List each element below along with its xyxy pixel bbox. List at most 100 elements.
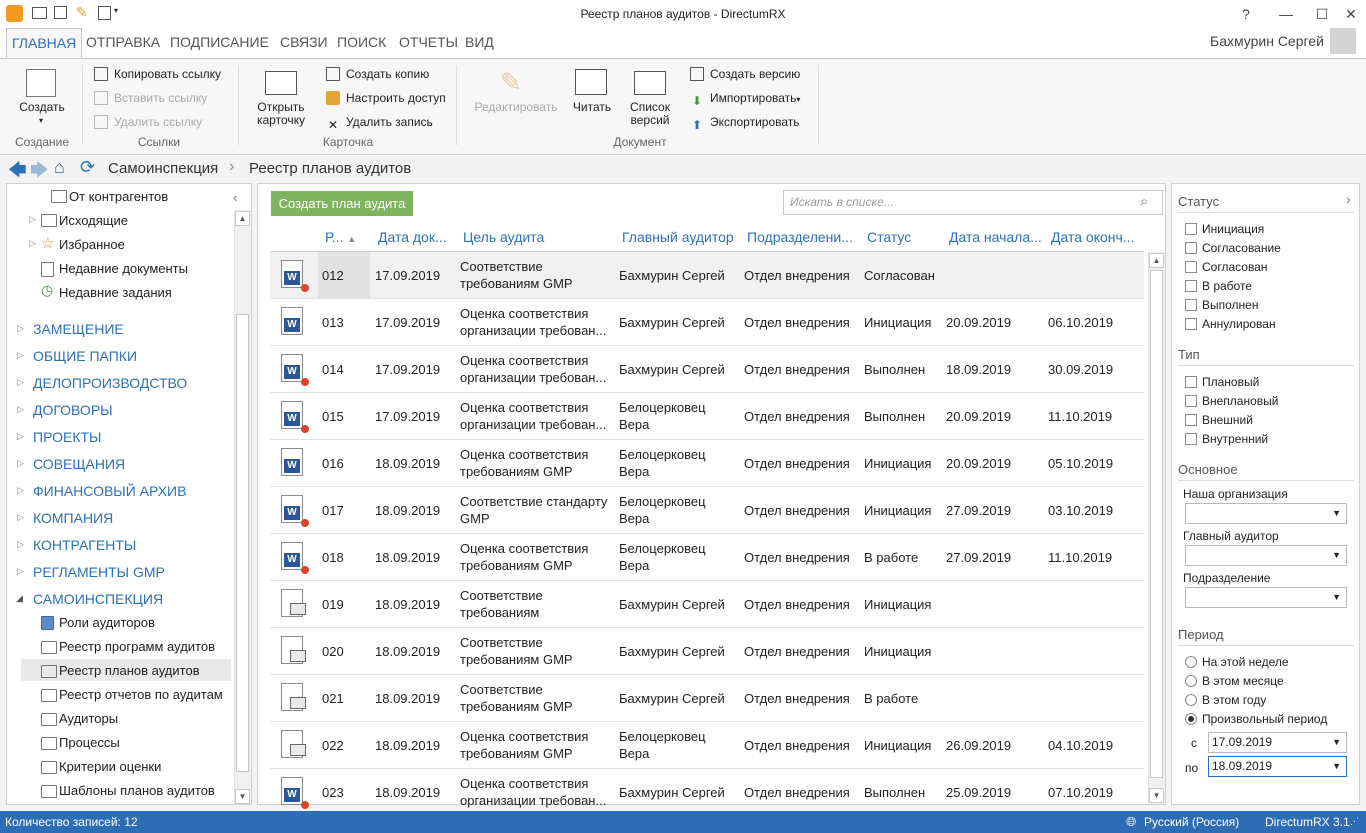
tree-item-favorites[interactable]: Избранное <box>59 237 125 252</box>
section-records[interactable]: ДЕЛОПРОИЗВОДСТВО <box>33 375 187 391</box>
versions-button[interactable]: Список версий <box>622 101 678 127</box>
minimize-button[interactable]: — <box>1266 0 1306 28</box>
collapse-panel-icon[interactable]: ‹ <box>233 190 237 205</box>
expand-icon[interactable]: ▷ <box>17 377 24 388</box>
list-scroll-down-icon[interactable]: ▼ <box>1149 788 1164 803</box>
filter-type-unplanned[interactable]: Внеплановый <box>1185 394 1278 408</box>
filter-status-approval[interactable]: Согласование <box>1185 241 1281 255</box>
expand-icon[interactable]: ▷ <box>29 238 36 249</box>
column-header-doc-date[interactable]: Дата док... <box>378 229 447 245</box>
tree-item-recent-tasks[interactable]: Недавние задания <box>59 285 172 300</box>
breadcrumb-root[interactable]: Самоинспекция <box>108 160 218 177</box>
create-audit-plan-button[interactable]: Создать план аудита <box>271 191 413 216</box>
tab-main[interactable]: ГЛАВНАЯ <box>6 28 83 59</box>
collapse-icon[interactable]: ◢ <box>16 593 23 604</box>
filter-status-approved[interactable]: Согласован <box>1185 260 1267 274</box>
tab-reports[interactable]: ОТЧЕТЫ <box>399 34 458 50</box>
table-row[interactable]: 020 18.09.2019 Соответствие требованиям GMP… <box>270 628 1144 675</box>
table-row[interactable]: W 013 17.09.2019 Оценка соответствия организ… <box>270 299 1144 346</box>
filter-status-in-work[interactable]: В работе <box>1185 279 1252 293</box>
expand-icon[interactable]: ▷ <box>17 350 24 361</box>
date-from-field[interactable]: 17.09.2019 ▼ <box>1208 732 1347 753</box>
section-company[interactable]: КОМПАНИЯ <box>33 510 113 526</box>
refresh-icon[interactable]: ⟳ <box>80 157 95 178</box>
create-copy-button[interactable]: Создать копию <box>326 65 429 83</box>
user-name[interactable]: Бахмурин Сергей <box>1210 33 1324 49</box>
section-contracts[interactable]: ДОГОВОРЫ <box>33 402 113 418</box>
filter-type-external[interactable]: Внешний <box>1185 413 1253 427</box>
search-input[interactable]: Искать в списке... <box>783 190 1163 215</box>
table-row[interactable]: W 014 17.09.2019 Оценка соответствия организ… <box>270 346 1144 393</box>
filter-status-done[interactable]: Выполнен <box>1185 298 1258 312</box>
filter-type-internal[interactable]: Внутренний <box>1185 432 1268 446</box>
column-header-start-date[interactable]: Дата начала... <box>949 229 1042 245</box>
table-row[interactable]: W 023 18.09.2019 Оценка соответствия организ… <box>270 769 1144 816</box>
table-row[interactable]: W 018 18.09.2019 Оценка соответствия требова… <box>270 534 1144 581</box>
scroll-up-icon[interactable]: ▲ <box>235 211 250 226</box>
delete-link-button[interactable]: Удалить ссылку <box>94 113 202 131</box>
tree-item-outgoing[interactable]: Исходящие <box>59 213 128 228</box>
scroll-down-icon[interactable]: ▼ <box>235 789 250 804</box>
close-button[interactable]: ✕ <box>1336 0 1366 28</box>
expand-icon[interactable]: ▷ <box>29 214 36 225</box>
period-this-week[interactable]: На этой неделе <box>1185 655 1289 669</box>
table-row[interactable]: W 017 18.09.2019 Соответствие стандарту GMP Б… <box>270 487 1144 534</box>
search-icon[interactable]: ⌕ <box>1140 193 1148 210</box>
expand-icon[interactable]: ▷ <box>17 539 24 550</box>
tree-item-program-registry[interactable]: Реестр программ аудитов <box>59 639 215 654</box>
expand-icon[interactable]: ▷ <box>17 323 24 334</box>
export-button[interactable]: ⬆ Экспортировать <box>690 113 800 132</box>
tree-item-criteria[interactable]: Критерии оценки <box>59 759 161 774</box>
tree-item-processes[interactable]: Процессы <box>59 735 120 750</box>
filter-type-planned[interactable]: Плановый <box>1185 375 1259 389</box>
table-row[interactable]: W 016 18.09.2019 Оценка соответствия требова… <box>270 440 1144 487</box>
column-header-status[interactable]: Статус <box>867 229 911 245</box>
tab-send[interactable]: ОТПРАВКА <box>86 34 160 50</box>
department-dropdown[interactable]: ▼ <box>1185 587 1347 608</box>
table-row[interactable]: W 012 17.09.2019 Соответствие требованиям GM… <box>270 252 1144 299</box>
org-dropdown[interactable]: ▼ <box>1185 503 1347 524</box>
filter-status-cancelled[interactable]: Аннулирован <box>1185 317 1276 331</box>
avatar[interactable] <box>1330 28 1356 54</box>
edit-button[interactable]: Редактировать <box>470 101 562 114</box>
section-gmp-regulations[interactable]: РЕГЛАМЕНТЫ GMP <box>33 564 165 580</box>
tree-item-from-contractors[interactable]: От контрагентов <box>69 189 168 204</box>
expand-icon[interactable]: ▷ <box>17 566 24 577</box>
setup-access-button[interactable]: Настроить доступ <box>326 89 446 107</box>
section-projects[interactable]: ПРОЕКТЫ <box>33 429 101 445</box>
tab-links[interactable]: СВЯЗИ <box>280 34 328 50</box>
delete-record-button[interactable]: ✕ Удалить запись <box>326 113 433 132</box>
import-button[interactable]: ⬇ Импортировать▾ <box>690 89 800 108</box>
period-this-month[interactable]: В этом месяце <box>1185 674 1284 688</box>
tab-search[interactable]: ПОИСК <box>337 34 386 50</box>
create-button[interactable]: Создать <box>14 101 70 114</box>
column-header-goal[interactable]: Цель аудита <box>463 229 544 245</box>
tree-item-auditor-roles[interactable]: Роли аудиторов <box>59 615 155 630</box>
column-header-department[interactable]: Подразделени... <box>747 229 853 245</box>
expand-icon[interactable]: ▷ <box>17 431 24 442</box>
tree-item-recent-docs[interactable]: Недавние документы <box>59 261 188 276</box>
language-indicator[interactable]: Русский (Россия) <box>1144 815 1239 829</box>
column-header-end-date[interactable]: Дата оконч... <box>1051 229 1134 245</box>
tab-sign[interactable]: ПОДПИСАНИЕ <box>170 34 269 50</box>
section-self-inspection[interactable]: САМОИНСПЕКЦИЯ <box>33 591 163 607</box>
expand-icon[interactable]: ▷ <box>17 404 24 415</box>
table-row[interactable]: 021 18.09.2019 Соответствие требованиям GMP… <box>270 675 1144 722</box>
expand-icon[interactable]: ▷ <box>17 458 24 469</box>
period-custom[interactable]: Произвольный период <box>1185 712 1327 726</box>
tree-item-plan-templates[interactable]: Шаблоны планов аудитов <box>59 783 215 798</box>
expand-icon[interactable]: ▷ <box>17 485 24 496</box>
section-contractors[interactable]: КОНТРАГЕНТЫ <box>33 537 136 553</box>
filter-status-initiation[interactable]: Инициация <box>1185 222 1264 236</box>
table-row[interactable]: 019 18.09.2019 Соответствие требованиям Бахм… <box>270 581 1144 628</box>
list-scroll-thumb[interactable] <box>1150 270 1163 778</box>
section-meetings[interactable]: СОВЕЩАНИЯ <box>33 456 125 472</box>
date-to-field[interactable]: 18.09.2019 ▼ <box>1208 756 1347 777</box>
copy-link-button[interactable]: Копировать ссылку <box>94 65 221 83</box>
column-header-auditor[interactable]: Главный аудитор <box>622 229 734 245</box>
read-button[interactable]: Читать <box>568 101 616 114</box>
tree-item-report-registry[interactable]: Реестр отчетов по аудитам <box>59 687 223 702</box>
auditor-dropdown[interactable]: ▼ <box>1185 545 1347 566</box>
tree-item-auditors[interactable]: Аудиторы <box>59 711 118 726</box>
paste-link-button[interactable]: Вставить ссылку <box>94 89 207 107</box>
